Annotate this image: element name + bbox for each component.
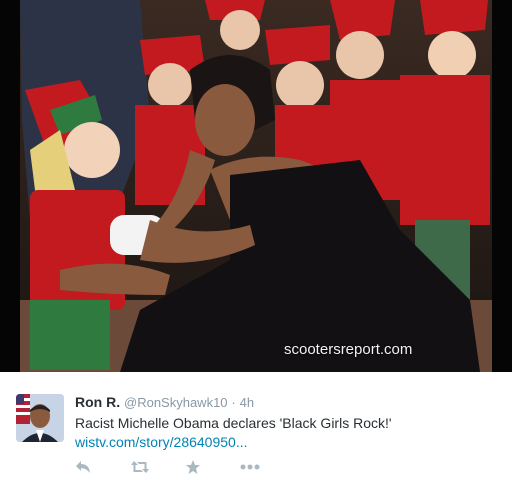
header-separator: · <box>231 395 236 410</box>
favorite-icon <box>186 460 200 474</box>
retweet-icon <box>131 461 149 473</box>
tweet-card: Ron R. @RonSkyhawk10 · 4h Racist Michell… <box>0 372 512 490</box>
tweet-actions <box>75 458 295 476</box>
avatar[interactable] <box>16 394 64 442</box>
tweet-timestamp[interactable]: 4h <box>240 395 254 410</box>
avatar-image <box>16 394 64 442</box>
photo-watermark: scootersreport.com <box>284 341 413 358</box>
tweet-header: Ron R. @RonSkyhawk10 · 4h <box>75 394 254 410</box>
more-button[interactable] <box>240 458 295 476</box>
display-name[interactable]: Ron R. <box>75 394 120 410</box>
favorite-button[interactable] <box>185 458 240 476</box>
tweet-text: Racist Michelle Obama declares 'Black Gi… <box>75 415 392 431</box>
user-handle[interactable]: @RonSkyhawk10 <box>124 395 228 410</box>
reply-button[interactable] <box>75 458 130 476</box>
reply-icon <box>76 461 90 473</box>
more-icon <box>240 464 260 470</box>
tweet-photo[interactable]: scootersreport.com <box>0 0 512 372</box>
retweet-button[interactable] <box>130 458 185 476</box>
photo-illustration <box>0 0 512 372</box>
tweet-link[interactable]: wistv.com/story/28640950... <box>75 433 247 452</box>
